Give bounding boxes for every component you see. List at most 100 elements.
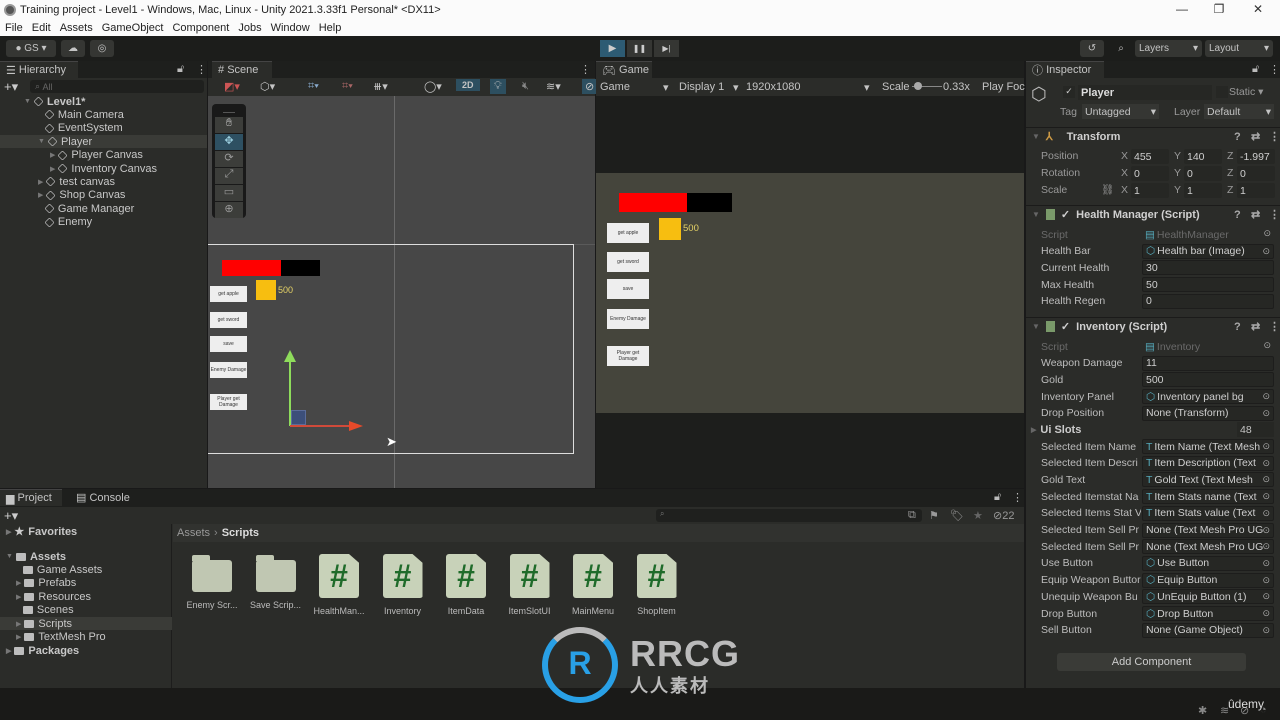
gizmo-plane-handle[interactable] [291, 410, 306, 425]
position-x-input[interactable]: 455 [1131, 149, 1169, 164]
field-value-input[interactable]: None (Game Object) ⊙ [1142, 622, 1274, 638]
field-value-input[interactable]: T Item Stats name (Text ⊙ [1142, 489, 1274, 505]
menu-jobs[interactable]: Jobs [238, 22, 261, 34]
folder-item[interactable]: ▼ Assets [6, 550, 66, 563]
field-value-input[interactable]: None (Text Mesh Pro UG ⊙ [1142, 522, 1274, 538]
lock-icon[interactable]: 🔓︎ [994, 491, 1001, 504]
hierarchy-item[interactable]: ▼ Player [38, 135, 92, 148]
layout-dropdown[interactable]: Layout ▾ [1205, 40, 1273, 57]
save-button[interactable]: save [607, 279, 649, 299]
draw-mode-icon[interactable]: ◩▾ [224, 80, 240, 93]
foldout-icon[interactable]: ▼ [6, 553, 13, 560]
foldout-icon[interactable]: ▶ [16, 579, 21, 587]
menu-assets[interactable]: Assets [60, 22, 93, 34]
field-value-input[interactable]: 500 [1142, 372, 1274, 388]
help-icon[interactable]: ? [1234, 321, 1241, 333]
folder-item[interactable]: ▶ TextMesh Pro [16, 630, 106, 643]
rotation-z-input[interactable]: 0 [1237, 166, 1275, 181]
foldout-icon[interactable]: ▶ [38, 178, 43, 186]
foldout-icon[interactable]: ▶ [16, 633, 21, 641]
enemy-damage-button[interactable]: Enemy Damage [210, 362, 247, 378]
object-picker-icon[interactable]: ⊙ [1262, 441, 1270, 452]
layers-dropdown[interactable]: Layers ▾ [1135, 40, 1202, 57]
resolution-dropdown[interactable]: 1920x1080 ▾ [746, 81, 874, 94]
game-view-dropdown[interactable]: Game ▾ [600, 81, 670, 94]
asset-item[interactable]: # ShopItem [627, 554, 687, 616]
object-picker-icon[interactable]: ⊙ [1263, 340, 1271, 351]
asset-item[interactable]: # ItemData [436, 554, 496, 616]
field-value-input[interactable]: ⬡ Inventory panel bg ⊙ [1142, 389, 1274, 405]
static-dropdown[interactable]: Static ▾ [1229, 86, 1263, 98]
scale-tool-icon[interactable]: ⤢ [215, 168, 243, 184]
more-options-icon[interactable]: ⋮ [196, 63, 207, 76]
grid-snap-icon[interactable]: ⌗▾ [308, 80, 319, 93]
scale-z-input[interactable]: 1 [1237, 183, 1275, 198]
pause-button[interactable]: ❚❚ [627, 40, 652, 57]
foldout-icon[interactable]: ▶ [6, 647, 11, 655]
foldout-icon[interactable]: ▼ [1032, 322, 1040, 331]
project-search-input[interactable]: ⌕ [656, 509, 922, 522]
object-picker-icon[interactable]: ⊙ [1262, 246, 1270, 257]
effects-icon[interactable]: ≋▾ [546, 80, 561, 93]
object-name-input[interactable]: Player [1078, 85, 1212, 100]
object-picker-icon[interactable]: ⊙ [1262, 491, 1270, 502]
cloud-button[interactable]: ☁ [61, 40, 85, 57]
position-y-input[interactable]: 140 [1184, 149, 1222, 164]
save-button[interactable]: save [210, 336, 247, 352]
health-manager-header[interactable]: ▼ ✓ Health Manager (Script) ? ⇄ ⋮ [1026, 205, 1280, 223]
hierarchy-item[interactable]: Game Manager [38, 202, 134, 215]
foldout-icon[interactable] [38, 125, 42, 132]
tab-inspector[interactable]: ⓘ Inspector [1026, 61, 1104, 78]
menu-file[interactable]: File [5, 22, 23, 34]
minimize-icon[interactable]: — [1172, 2, 1192, 18]
foldout-icon[interactable]: ▶ [50, 151, 55, 159]
field-value-input[interactable]: ⬡ UnEquip Button (1) ⊙ [1142, 589, 1274, 605]
field-value-input[interactable]: 0 [1142, 293, 1274, 309]
foldout-icon[interactable] [38, 205, 42, 212]
foldout-icon[interactable] [38, 111, 42, 118]
more-options-icon[interactable]: ⋮ [1269, 208, 1280, 221]
presets-icon[interactable]: ⇄ [1251, 320, 1260, 333]
breadcrumb-scripts[interactable]: Scripts [222, 527, 259, 539]
rotation-y-input[interactable]: 0 [1184, 166, 1222, 181]
add-component-button[interactable]: Add Component [1057, 653, 1246, 671]
create-button[interactable]: +▾ [4, 508, 18, 524]
tab-game[interactable]: 🎮︎ Game [596, 61, 652, 78]
menu-window[interactable]: Window [271, 22, 310, 34]
field-value-input[interactable]: ⬡ Health bar (Image) ⊙ [1142, 243, 1274, 259]
step-button[interactable]: ▶| [654, 40, 679, 57]
more-options-icon[interactable]: ⋮ [580, 63, 591, 76]
favorites-item[interactable]: ▶ ★ Favorites [6, 525, 77, 539]
transform-header[interactable]: ▼ ⅄ Transform ? ⇄ ⋮ [1026, 127, 1280, 145]
hierarchy-item[interactable]: ▼ Level1* [24, 95, 85, 108]
foldout-icon[interactable] [16, 566, 20, 573]
asset-item[interactable]: # Inventory [373, 554, 433, 616]
field-value-input[interactable]: 11 [1142, 355, 1274, 371]
presets-icon[interactable]: ⇄ [1251, 130, 1260, 143]
rotate-tool-icon[interactable]: ⟳ [215, 151, 243, 167]
field-value-input[interactable]: 50 [1142, 277, 1274, 293]
foldout-icon[interactable]: ▶ [50, 165, 55, 173]
enabled-checkbox[interactable]: ✓ [1061, 208, 1070, 221]
play-button[interactable]: ▶ [600, 40, 625, 57]
hierarchy-item[interactable]: ▶ Inventory Canvas [50, 162, 157, 175]
menu-component[interactable]: Component [172, 22, 229, 34]
tab-scene[interactable]: # Scene [212, 61, 272, 78]
inventory-header[interactable]: ▼ ✓ Inventory (Script) ? ⇄ ⋮ [1026, 317, 1280, 335]
position-z-input[interactable]: -1.997 [1237, 149, 1275, 164]
help-icon[interactable]: ? [1234, 209, 1241, 221]
hierarchy-item[interactable]: Enemy [38, 216, 92, 229]
object-picker-icon[interactable]: ⊙ [1262, 591, 1270, 602]
move-tool-icon[interactable]: ✥ [215, 134, 243, 150]
object-picker-icon[interactable]: ⊙ [1262, 625, 1270, 636]
object-picker-icon[interactable]: ⊙ [1262, 541, 1270, 552]
gizmo-x-axis[interactable] [290, 425, 350, 427]
constrain-proportions-icon[interactable]: ⛓ [1101, 183, 1114, 196]
lock-icon[interactable]: 🔓︎ [177, 63, 184, 76]
foldout-icon[interactable]: ▶ [38, 191, 43, 199]
hidden-packages-toggle[interactable]: ⊘22 [993, 509, 1014, 522]
field-value-input[interactable]: T Item Name (Text Mesh ⊙ [1142, 439, 1274, 454]
field-value-input[interactable]: ⬡ Equip Button ⊙ [1142, 572, 1274, 588]
object-picker-icon[interactable]: ⊙ [1262, 391, 1270, 402]
play-focus-dropdown[interactable]: Play Foc [982, 81, 1025, 93]
